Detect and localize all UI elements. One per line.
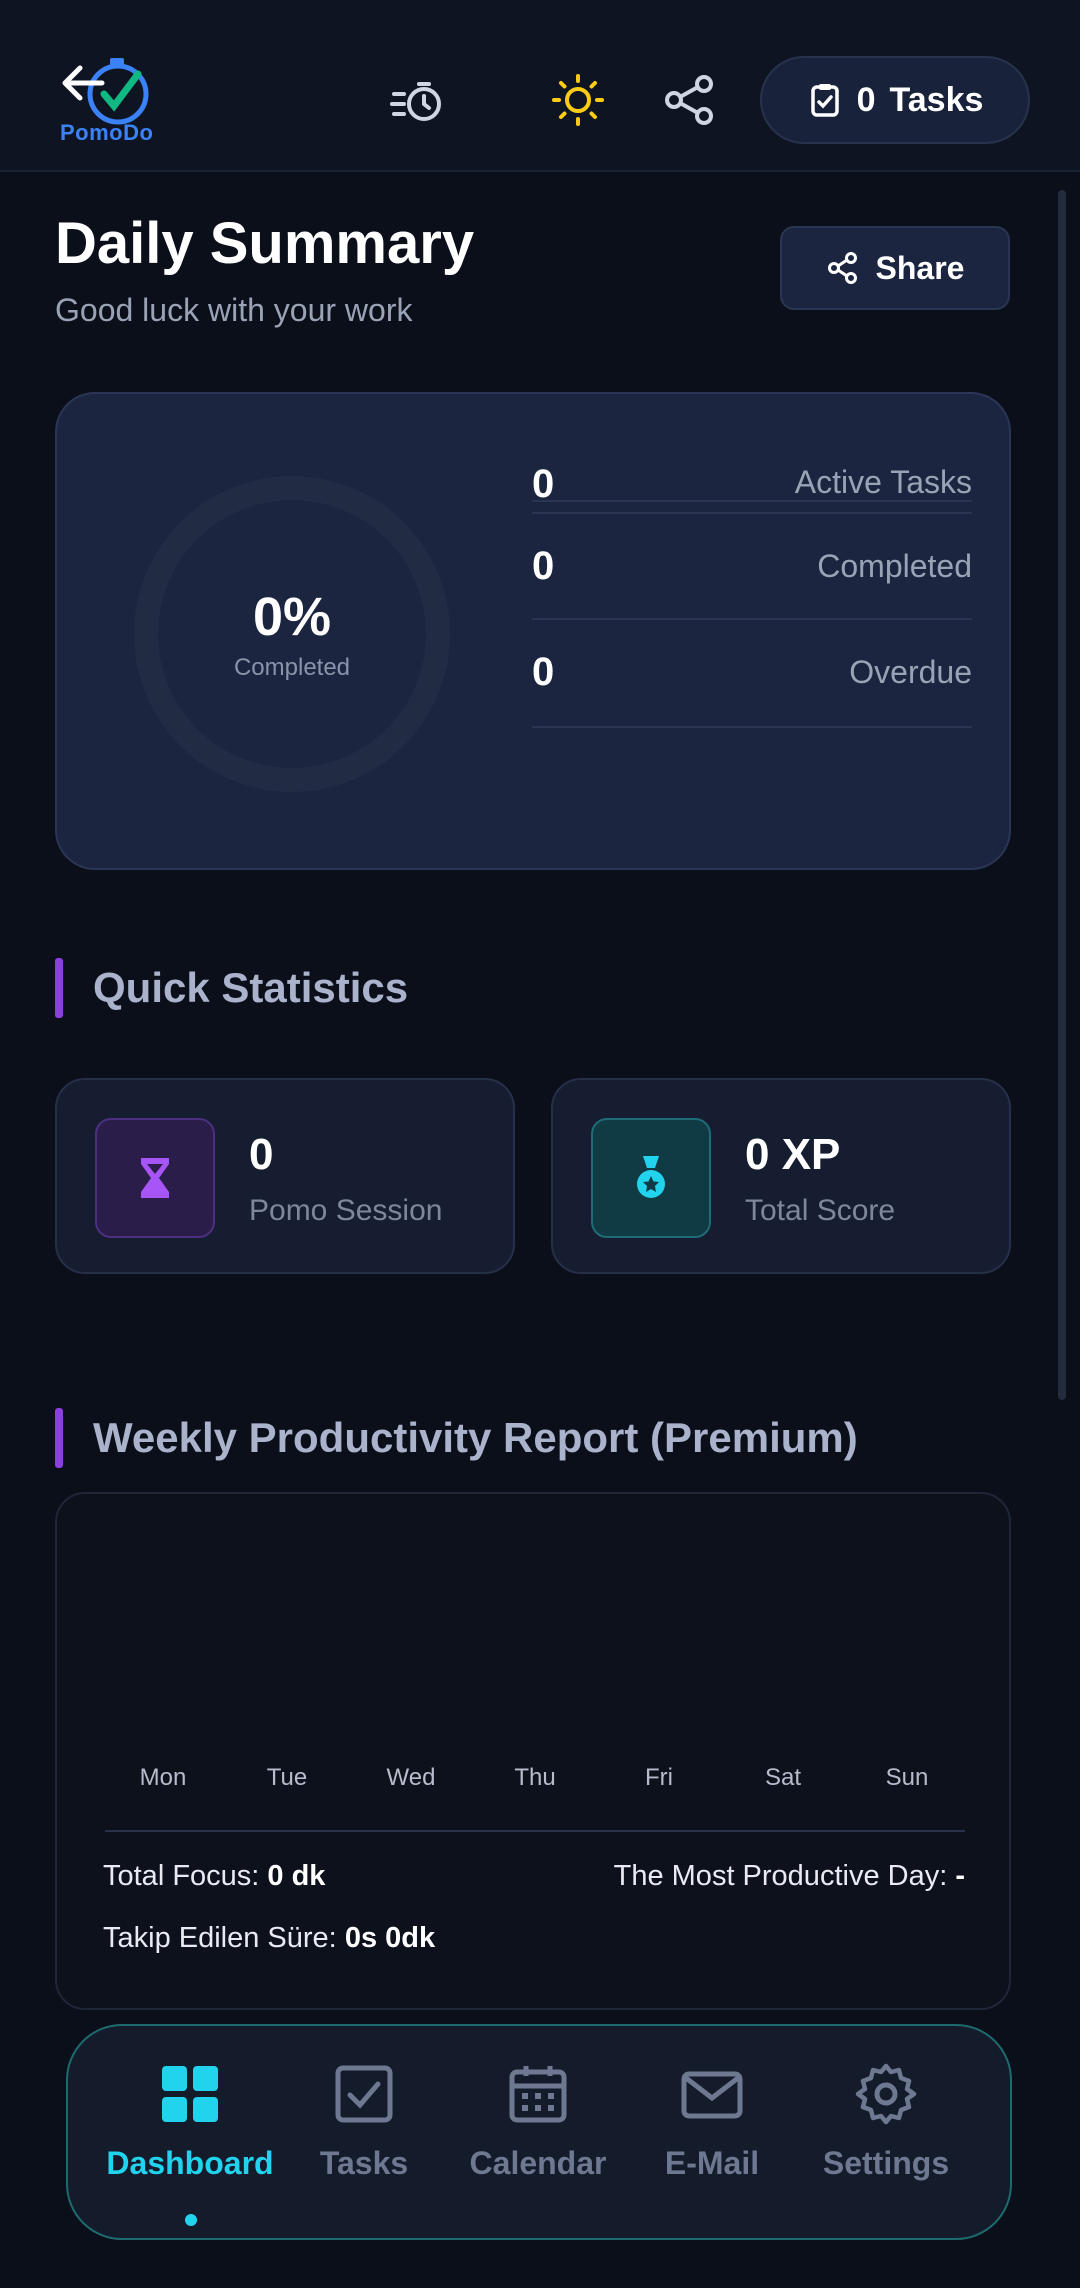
stat-label: Completed [817, 548, 972, 584]
day-label: Thu [514, 1764, 556, 1791]
share-header-button[interactable] [662, 72, 718, 128]
share-icon [665, 75, 713, 125]
nav-label: Calendar [469, 2145, 607, 2181]
mail-icon [681, 2071, 743, 2119]
heading-text: Quick Statistics [93, 964, 409, 1011]
total-score-card: 0 XP Total Score [551, 1078, 1011, 1274]
divider [105, 1830, 965, 1832]
pomo-icon-box [95, 1118, 215, 1238]
tasks-icon [335, 2065, 393, 2123]
tracked-time-value: 0s 0dk [344, 1922, 436, 1954]
stat-label: Overdue [849, 654, 972, 690]
quick-stats-heading: Quick Statistics [55, 958, 408, 1018]
score-icon-box [591, 1118, 711, 1238]
summary-card: 0% Completed 0 Active Tasks 0 Completed … [55, 392, 1011, 870]
pomo-session-card: 0 Pomo Session [55, 1078, 515, 1274]
nav-label: Tasks [319, 2145, 409, 2181]
productive-day-label: The Most Productive Day: [613, 1860, 948, 1892]
day-label: Mon [139, 1764, 187, 1791]
nav-label: Settings [822, 2145, 950, 2181]
back-button[interactable] [58, 58, 108, 108]
bottom-navigation: Dashboard Tasks Calendar E-Mail Settings [66, 2024, 1012, 2240]
timer-button[interactable] [390, 72, 446, 128]
sun-icon [552, 74, 604, 126]
weekday-axis: Mon Tue Wed Thu Fri Sat Sun [101, 1764, 969, 1804]
day-label: Fri [645, 1764, 673, 1791]
day-label: Wed [386, 1764, 436, 1791]
dashboard-icon [162, 2066, 218, 2122]
nav-calendar[interactable]: Calendar [448, 2062, 628, 2182]
pomo-session-label: Pomo Session [249, 1194, 443, 1227]
heading-text: Weekly Productivity Report (Premium) [93, 1414, 858, 1461]
tasks-count: 0 [856, 80, 876, 119]
clipboard-check-icon [810, 84, 839, 117]
total-score-value: 0 XP [745, 1130, 841, 1179]
share-icon [827, 252, 857, 284]
stat-row-overdue: 0 Overdue [532, 620, 972, 728]
nav-settings[interactable]: Settings [796, 2062, 976, 2182]
page-title: Daily Summary [55, 211, 475, 276]
stat-label: Active Tasks [794, 464, 972, 500]
total-focus: Total Focus: 0 dk [103, 1860, 325, 1893]
heading-accent-bar [55, 958, 63, 1018]
day-label: Sun [885, 1764, 929, 1791]
progress-percent: 0% [252, 587, 332, 647]
pomo-session-value: 0 [249, 1130, 274, 1179]
most-productive-day: The Most Productive Day: - [614, 1860, 965, 1893]
nav-email[interactable]: E-Mail [622, 2062, 802, 2182]
theme-toggle-button[interactable] [550, 72, 606, 128]
progress-label: Completed [233, 654, 351, 681]
nav-dashboard[interactable]: Dashboard [100, 2062, 280, 2182]
weekly-report-heading: Weekly Productivity Report (Premium) [55, 1408, 858, 1468]
medal-icon [637, 1156, 665, 1198]
gear-icon [855, 2063, 917, 2125]
active-indicator-dot [185, 2214, 197, 2226]
total-focus-value: 0 dk [267, 1860, 326, 1892]
share-button[interactable]: Share [780, 226, 1010, 310]
tracked-time: Takip Edilen Süre: 0s 0dk [103, 1922, 435, 1955]
nav-label: Dashboard [106, 2145, 274, 2181]
app-header: PomoDo 0 Tasks [0, 0, 1080, 172]
calendar-icon [509, 2066, 567, 2123]
stat-value: 0 [532, 544, 555, 588]
total-score-label: Total Score [745, 1194, 896, 1227]
nav-label: E-Mail [664, 2145, 760, 2181]
page-subtitle: Good luck with your work [55, 292, 413, 328]
stat-row-active: 0 Active Tasks [532, 394, 972, 506]
nav-tasks[interactable]: Tasks [274, 2062, 454, 2182]
stat-value: 0 [532, 650, 555, 694]
total-focus-label: Total Focus: [103, 1860, 260, 1892]
scrollbar[interactable] [1058, 190, 1066, 1400]
weekly-report-card: Mon Tue Wed Thu Fri Sat Sun Total Focus:… [55, 1492, 1011, 2010]
tasks-count-button[interactable]: 0 Tasks [760, 56, 1030, 144]
productive-day-value: - [955, 1860, 965, 1892]
day-label: Tue [266, 1764, 308, 1791]
heading-accent-bar [55, 1408, 63, 1468]
day-label: Sat [764, 1764, 802, 1791]
tasks-label: Tasks [889, 80, 984, 119]
logo-text: PomoDo [60, 120, 154, 145]
timer-icon [390, 82, 441, 121]
back-arrow-icon [62, 65, 105, 101]
stat-row-completed: 0 Completed [532, 512, 972, 620]
stat-value: 0 [532, 462, 555, 506]
share-label: Share [875, 249, 965, 286]
hourglass-icon [141, 1158, 169, 1198]
tracked-time-label: Takip Edilen Süre: [103, 1922, 337, 1954]
